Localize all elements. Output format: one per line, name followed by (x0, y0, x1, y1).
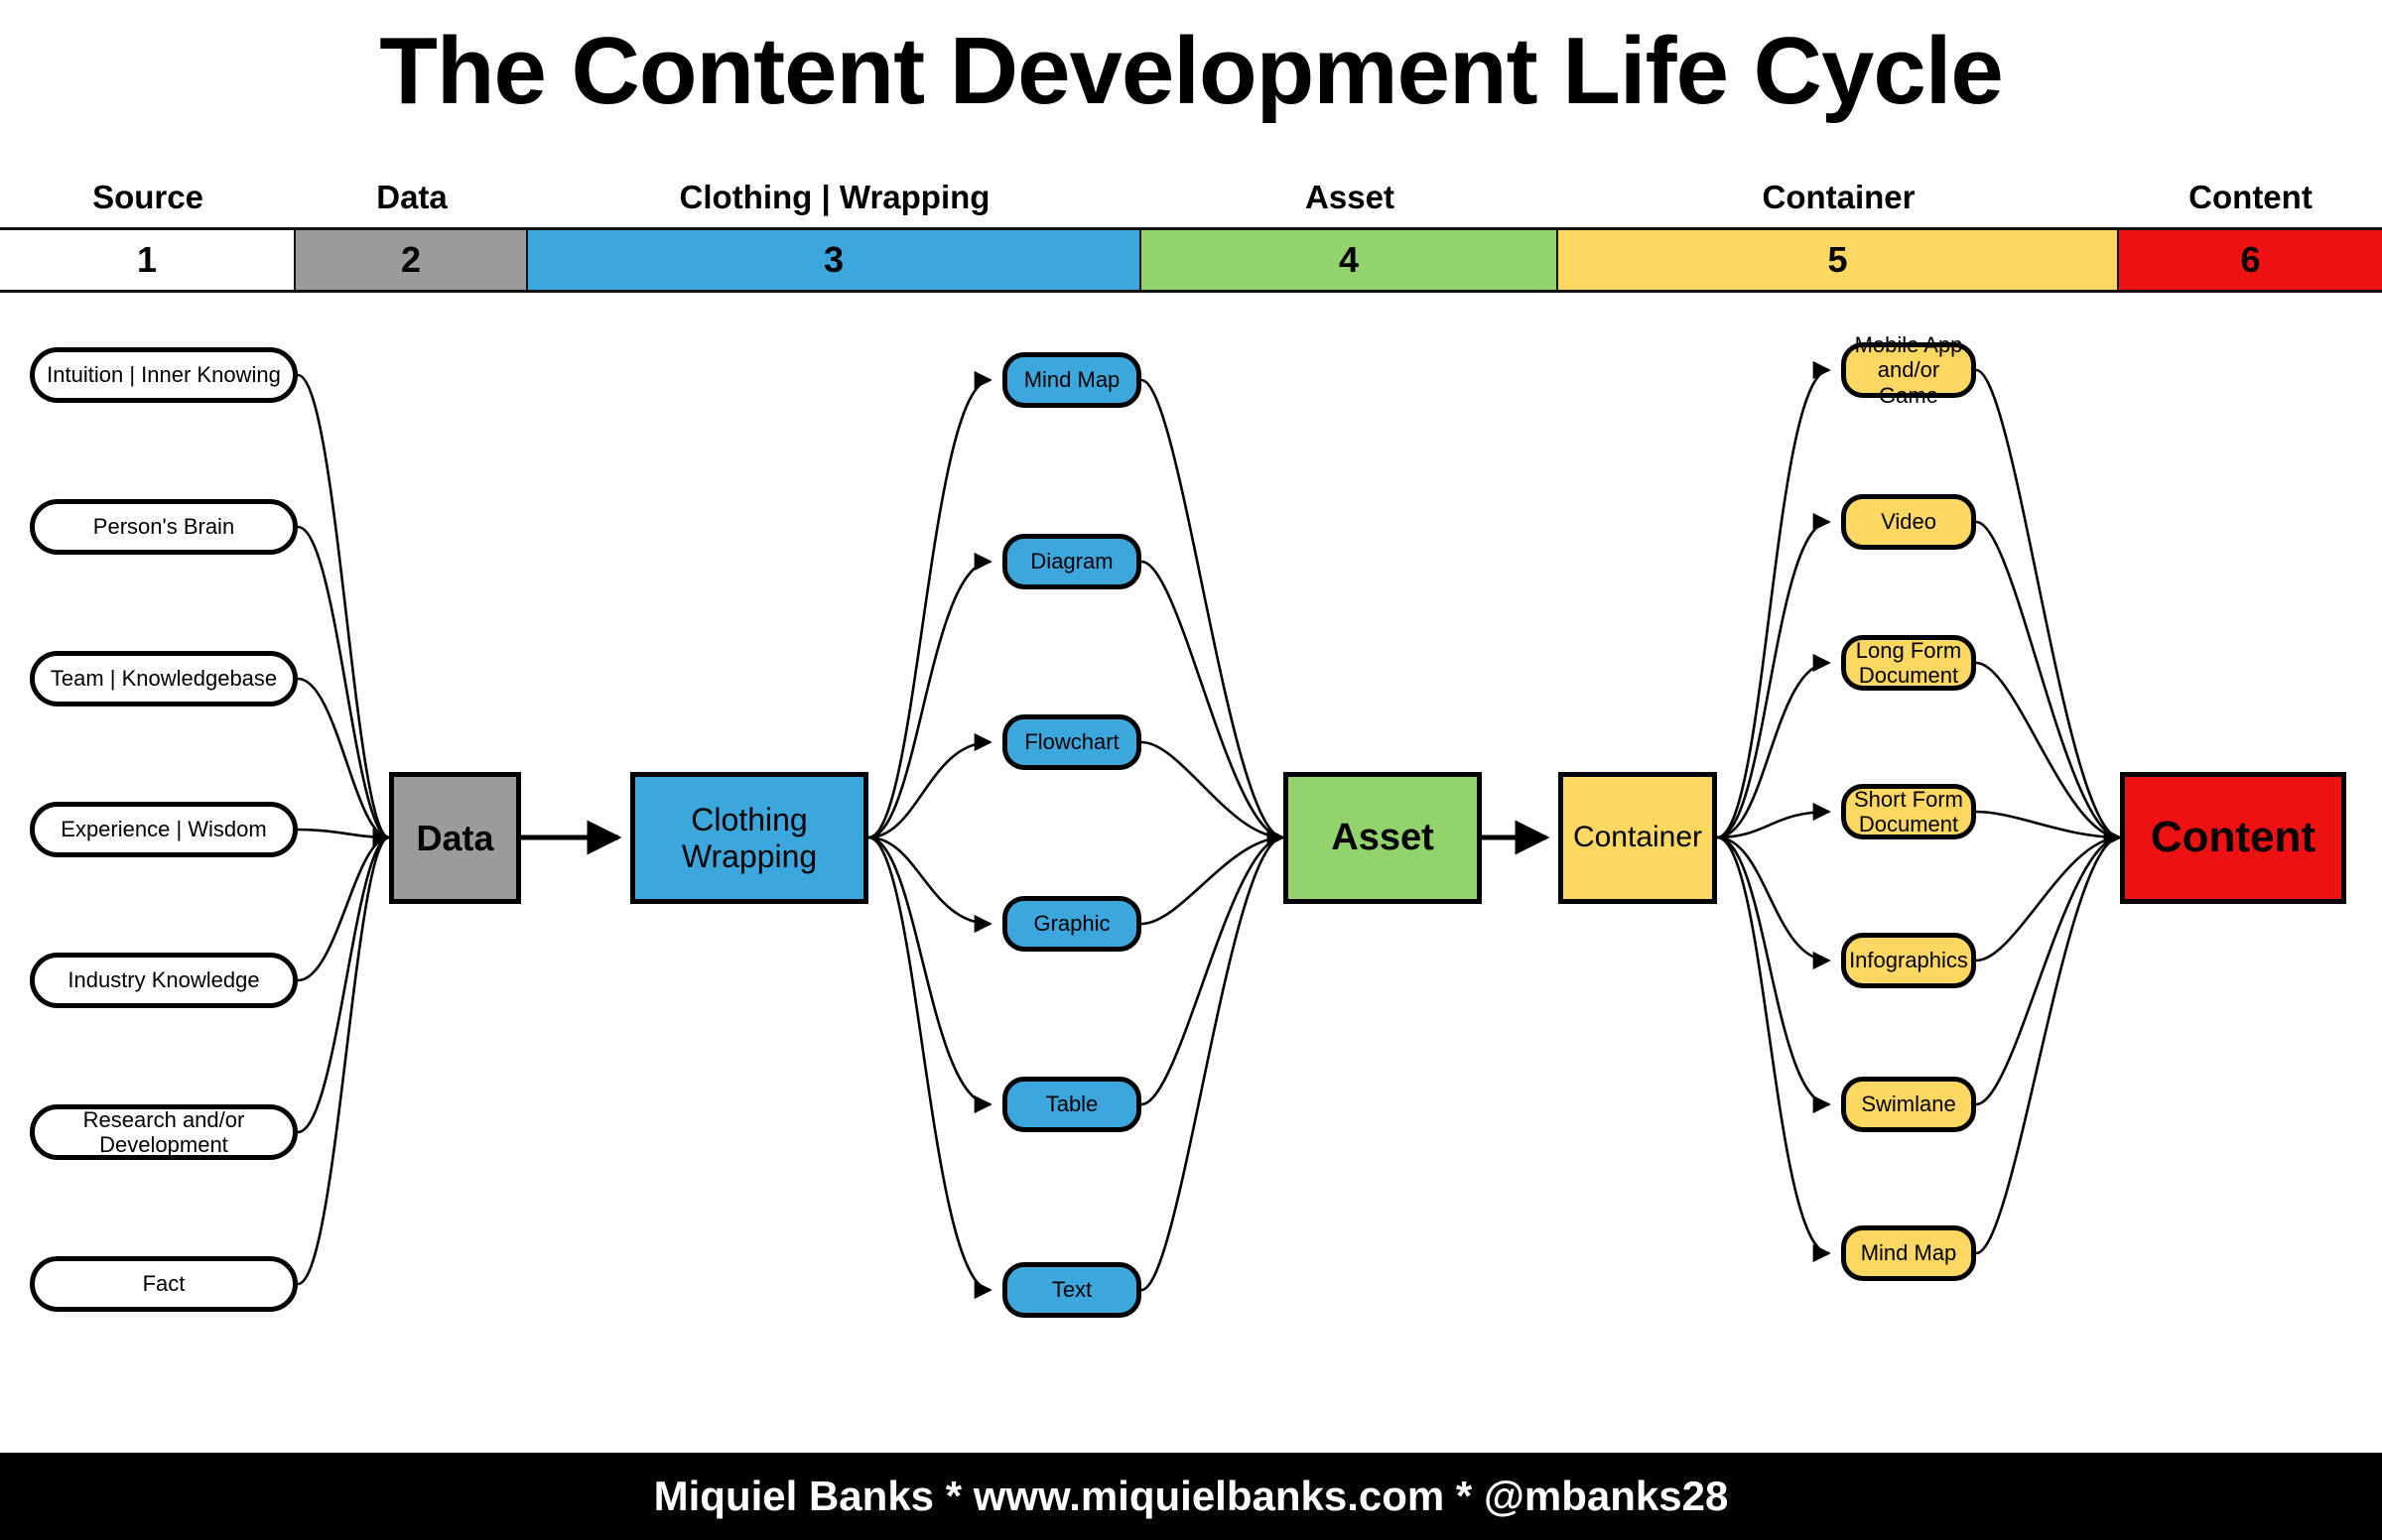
connector-edge (1975, 828, 2122, 1106)
connector-edge (1975, 520, 2122, 847)
wrapping-node-3[interactable]: Graphic (1002, 896, 1141, 952)
connector-edge (1716, 835, 1831, 1262)
stage-box-content[interactable]: Content (2120, 772, 2346, 904)
connector-edge (1975, 661, 2122, 847)
phase-number-band: 123456 (0, 227, 2382, 293)
connector-edge (1140, 378, 1285, 846)
page-title: The Content Development Life Cycle (379, 18, 2004, 124)
connector-edge (867, 552, 992, 839)
source-node-5[interactable]: Research and/or Development (30, 1104, 298, 1160)
wrapping-node-0[interactable]: Mind Map (1002, 352, 1141, 408)
wrapping-node-5[interactable]: Text (1002, 1262, 1141, 1318)
source-node-1[interactable]: Person's Brain (30, 499, 298, 555)
diagram-canvas: The Content Development Life Cycle Sourc… (0, 0, 2382, 1540)
phase-label-asset: Asset (1305, 179, 1394, 215)
container-node-5[interactable]: Swimlane (1841, 1077, 1976, 1132)
connector-edge (1716, 802, 1831, 839)
connector-edge (867, 835, 992, 934)
connector-edge (297, 373, 391, 846)
footer-credit: Miquiel Banks * www.miquielbanks.com * @… (0, 1453, 2382, 1540)
source-node-2[interactable]: Team | Knowledgebase (30, 651, 298, 706)
source-node-6[interactable]: Fact (30, 1256, 298, 1312)
wrapping-node-4[interactable]: Table (1002, 1077, 1141, 1132)
phase-label-content: Content (2188, 179, 2313, 215)
connector-edge (297, 829, 391, 1286)
connector-edge (297, 829, 391, 1134)
connector-edge (1716, 835, 1831, 1114)
phase-label-source: Source (92, 179, 203, 215)
phase-number-6: 6 (2119, 230, 2382, 290)
connector-edge (1716, 361, 1831, 839)
container-node-6[interactable]: Mind Map (1841, 1225, 1976, 1281)
connector-edge (1716, 512, 1831, 839)
source-node-3[interactable]: Experience | Wisdom (30, 802, 298, 857)
phase-number-1: 1 (0, 230, 296, 290)
connector-edge (1140, 828, 1285, 926)
stage-box-data[interactable]: Data (389, 772, 521, 904)
connector-edge (297, 828, 391, 982)
connector-edge (1716, 653, 1831, 839)
connector-edge (1975, 829, 2122, 1255)
phase-label-container: Container (1762, 179, 1916, 215)
phase-number-5: 5 (1558, 230, 2119, 290)
connector-edge (1140, 560, 1285, 847)
connector-edge (867, 732, 992, 839)
phase-number-2: 2 (296, 230, 528, 290)
phase-label-data: Data (376, 179, 448, 215)
phase-number-4: 4 (1141, 230, 1558, 290)
phase-label-clothing-wrapping: Clothing | Wrapping (679, 179, 991, 215)
source-node-0[interactable]: Intuition | Inner Knowing (30, 347, 298, 403)
container-node-3[interactable]: Short Form Document (1841, 784, 1976, 839)
container-node-1[interactable]: Video (1841, 494, 1976, 550)
connector-edge (867, 371, 992, 839)
wrapping-node-2[interactable]: Flowchart (1002, 714, 1141, 770)
connector-edge (1716, 835, 1831, 970)
connector-edge (1140, 740, 1285, 847)
connector-edge (867, 835, 992, 1114)
connector-edge (1140, 829, 1285, 1292)
container-node-2[interactable]: Long Form Document (1841, 635, 1976, 691)
stage-box-asset[interactable]: Asset (1283, 772, 1482, 904)
container-node-0[interactable]: Mobile App and/or Game (1841, 332, 1976, 408)
stage-box-clothing[interactable]: Clothing Wrapping (630, 772, 868, 904)
connector-edge (1140, 828, 1285, 1106)
phase-number-3: 3 (528, 230, 1141, 290)
connector-edge (297, 828, 391, 847)
source-node-4[interactable]: Industry Knowledge (30, 953, 298, 1008)
connector-edge (867, 835, 992, 1299)
connector-edge (297, 525, 391, 846)
connector-edge (1975, 828, 2122, 962)
wrapping-node-1[interactable]: Diagram (1002, 534, 1141, 589)
stage-box-container[interactable]: Container (1558, 772, 1717, 904)
connector-edge (1975, 810, 2122, 847)
container-node-4[interactable]: Infographics (1841, 933, 1976, 988)
connector-edge (1975, 368, 2122, 846)
connector-edge (297, 677, 391, 847)
